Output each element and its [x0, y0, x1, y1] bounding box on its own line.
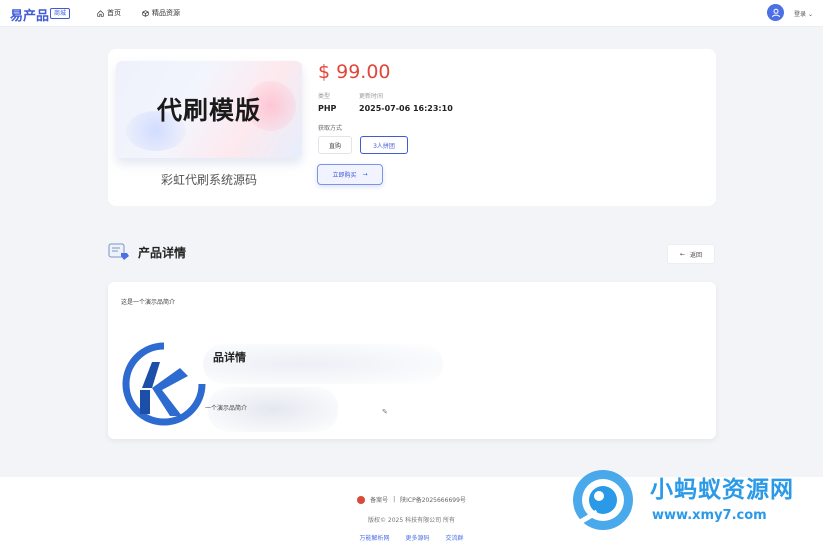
type-value: PHP [318, 104, 337, 113]
nav-home[interactable]: 首页 [97, 8, 121, 18]
product-details-icon [108, 243, 129, 260]
option-direct-buy[interactable]: 直购 [318, 136, 352, 154]
back-button[interactable]: ← 返回 [667, 244, 715, 264]
icp-label: 备案号 [370, 497, 389, 504]
product-name: 彩虹代刷系统源码 [160, 173, 257, 187]
details-content-card: 这是一个演示品简介 品详情 一个演示品简介 ✎ [108, 282, 716, 439]
user-icon [771, 8, 780, 17]
footer-links: 万能解析网 更多源码 交流群 [0, 533, 823, 542]
embedded-intro-text: 一个演示品简介 [205, 405, 248, 412]
user-menu[interactable]: 登录 ⌄ [794, 9, 813, 18]
pencil-icon: ✎ [382, 408, 388, 416]
watermark-logo-icon [573, 470, 633, 530]
k-logo-icon [122, 342, 206, 426]
icp-value[interactable]: 陕ICP备2025666699号 [400, 495, 466, 504]
product-card: 代刷模版 彩虹代刷系统源码 $ 99.00 类型 更新时间 PHP 2025-0… [108, 49, 716, 206]
section-title: 产品详情 [138, 246, 187, 260]
product-intro-text: 这是一个演示品简介 [121, 299, 176, 306]
footer-link-group[interactable]: 交流群 [446, 533, 464, 542]
emblem-icon [357, 495, 366, 504]
update-time-label: 更新时间 [359, 93, 384, 100]
buy-now-button[interactable]: 立即购买 → [317, 164, 383, 185]
update-time-value: 2025-07-06 16:23:10 [359, 104, 453, 113]
cube-icon [142, 9, 149, 17]
type-label: 类型 [318, 93, 331, 100]
obtain-method-label: 获取方式 [318, 125, 343, 132]
back-label: 返回 [690, 251, 703, 259]
footer-divider: | [393, 496, 396, 503]
arrow-left-icon: ← [679, 250, 685, 258]
watermark-text: 小蚂蚁资源网 [650, 477, 794, 503]
watermark-url: www.xmy7.com [652, 508, 767, 523]
cover-title: 代刷模版 [156, 96, 261, 125]
avatar[interactable] [767, 4, 784, 21]
home-icon [97, 9, 104, 17]
embedded-details-title: 品详情 [213, 351, 246, 364]
logo-badge: 商城 [50, 8, 71, 19]
product-cover-image: 代刷模版 [116, 61, 302, 158]
option-group-buy[interactable]: 3人拼团 [360, 136, 408, 154]
arrow-right-icon: → [362, 171, 368, 178]
site-logo[interactable]: 易产品 [10, 5, 49, 24]
nav-premium-resources[interactable]: 精品资源 [142, 8, 180, 18]
footer-link-more-source[interactable]: 更多源码 [405, 533, 429, 542]
nav-home-label: 首页 [107, 9, 121, 17]
top-navbar: 易产品 商城 首页 精品资源 登录 ⌄ [0, 0, 823, 27]
chevron-down-icon: ⌄ [807, 11, 813, 18]
footer-link-parse[interactable]: 万能解析网 [359, 533, 389, 542]
buy-now-label: 立即购买 [332, 172, 357, 179]
nav-premium-label: 精品资源 [152, 9, 180, 17]
product-price: $ 99.00 [318, 61, 391, 83]
user-menu-label: 登录 [794, 11, 807, 18]
